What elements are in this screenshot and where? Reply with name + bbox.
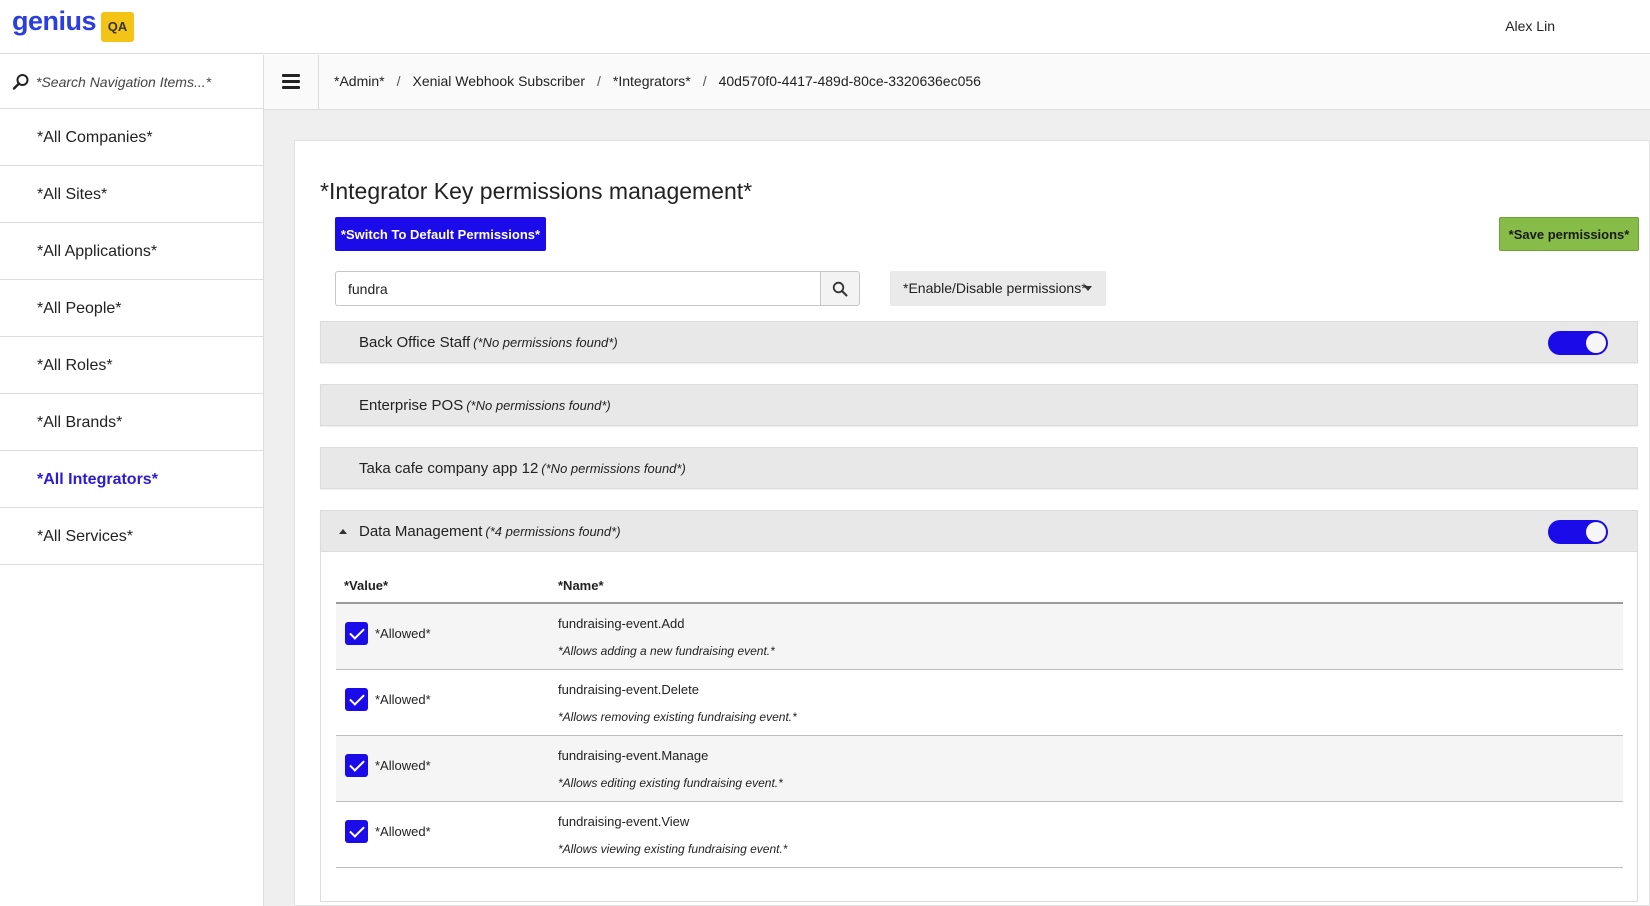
sidebar-item-all-applications[interactable]: *All Applications* [0,223,263,280]
permission-name: fundraising-event.Delete [558,682,699,697]
menu-toggle-button[interactable] [264,55,319,109]
column-header-name: *Name* [558,578,604,593]
filter-search-button[interactable] [820,271,860,306]
panel-note: (*4 permissions found*) [485,524,621,539]
table-row: *Allowed* fundraising-event.Add *Allows ad… [336,604,1623,670]
genius-logo[interactable]: genius [12,6,97,37]
panel-title: Enterprise POS [359,397,464,414]
table-row: *Allowed* fundraising-event.Delete *Allows… [336,670,1623,736]
panel-title: Back Office Staff [359,334,471,351]
toggle-knob [1586,522,1606,542]
breadcrumb-item: 40d570f0-4417-489d-80ce-3320636ec056 [718,73,981,89]
panel-note: (*No permissions found*) [473,335,618,350]
panel-toggle[interactable] [1548,520,1608,544]
save-permissions-button[interactable]: *Save permissions* [1499,217,1639,251]
sidebar: *All Companies**All Sites**All Applicati… [0,55,264,906]
breadcrumb-separator: / [396,73,401,89]
hamburger-icon [282,74,300,77]
panel-note: (*No permissions found*) [541,461,686,476]
breadcrumb-bar: *Admin* / Xenial Webhook Subscriber / *Integ… [264,55,1650,110]
nav-search [0,55,263,109]
breadcrumb-separator: / [597,73,601,89]
chevron-down-icon [1084,286,1092,291]
table-header: *Value* *Name* [336,568,1623,604]
panel-back-office-staff[interactable]: Back Office Staff (*No permissions found*… [320,321,1638,363]
permission-description: *Allows editing existing fundraising eve… [558,776,783,790]
top-bar: genius QA Alex Lin [0,0,1650,54]
allowed-checkbox[interactable] [345,754,368,777]
chevron-up-icon[interactable] [339,529,347,534]
environment-badge: QA [101,12,134,42]
permission-name: fundraising-event.Add [558,616,685,631]
permission-description: *Allows adding a new fundraising event.* [558,644,775,658]
page-title: *Integrator Key permissions management* [320,178,753,204]
value-label: *Allowed* [375,692,431,707]
sidebar-item-all-roles[interactable]: *All Roles* [0,337,263,394]
hamburger-icon [282,80,300,83]
breadcrumb: *Admin* / Xenial Webhook Subscriber / *Integ… [334,73,981,89]
permission-name: fundraising-event.Manage [558,748,709,763]
dropdown-label: *Enable/Disable permissions* [903,280,1087,296]
breadcrumb-item[interactable]: *Integrators* [613,73,691,89]
toggle-knob [1586,333,1606,353]
value-label: *Allowed* [375,758,431,773]
hamburger-icon [282,86,300,89]
panel-title: Data Management [359,523,483,540]
breadcrumb-item[interactable]: *Admin* [334,73,385,89]
allowed-checkbox[interactable] [345,622,368,645]
nav-list: *All Companies* *All Sites* *All Applicati… [0,109,263,565]
sidebar-item-all-sites[interactable]: *All Sites* [0,166,263,223]
panel-title: Taka cafe company app 12 [359,460,539,477]
search-icon [12,74,29,90]
sidebar-item-all-people[interactable]: *All People* [0,280,263,337]
switch-default-permissions-button[interactable]: *Switch To Default Permissions* [335,217,546,251]
column-header-value: *Value* [344,578,389,593]
value-label: *Allowed* [375,824,431,839]
enable-disable-permissions-dropdown[interactable]: *Enable/Disable permissions* [890,271,1106,306]
table-row: *Allowed* fundraising-event.Manage *Allows… [336,736,1623,802]
value-label: *Allowed* [375,626,431,641]
permission-description: *Allows removing existing fundraising ev… [558,710,797,724]
table-row: *Allowed* fundraising-event.View *Allows v… [336,802,1623,868]
breadcrumb-separator: / [702,73,707,89]
sidebar-item-all-companies[interactable]: *All Companies* [0,109,263,166]
sidebar-item-all-brands[interactable]: *All Brands* [0,394,263,451]
sidebar-item-all-integrators[interactable]: *All Integrators* [0,451,263,508]
allowed-checkbox[interactable] [345,688,368,711]
permissions-table: *Value* *Name* *Allowed* fundraising-even… [336,568,1623,868]
breadcrumb-item[interactable]: Xenial Webhook Subscriber [412,73,585,89]
panel-data-management[interactable]: Data Management (*4 permissions found*) [320,510,1638,552]
search-icon [832,281,848,297]
user-menu[interactable]: Alex Lin [1505,18,1555,34]
permission-filter-input[interactable] [335,271,821,306]
panel-taka-cafe[interactable]: Taka cafe company app 12 (*No permissions… [320,447,1638,489]
allowed-checkbox[interactable] [345,820,368,843]
panel-enterprise-pos[interactable]: Enterprise POS (*No permissions found*) [320,384,1638,426]
panel-note: (*No permissions found*) [466,398,611,413]
permission-description: *Allows viewing existing fundraising eve… [558,842,788,856]
permission-name: fundraising-event.View [558,814,690,829]
table-body: *Allowed* fundraising-event.Add *Allows ad… [336,604,1623,868]
panel-toggle[interactable] [1548,331,1608,355]
sidebar-item-all-services[interactable]: *All Services* [0,508,263,565]
nav-search-input[interactable] [36,67,251,97]
